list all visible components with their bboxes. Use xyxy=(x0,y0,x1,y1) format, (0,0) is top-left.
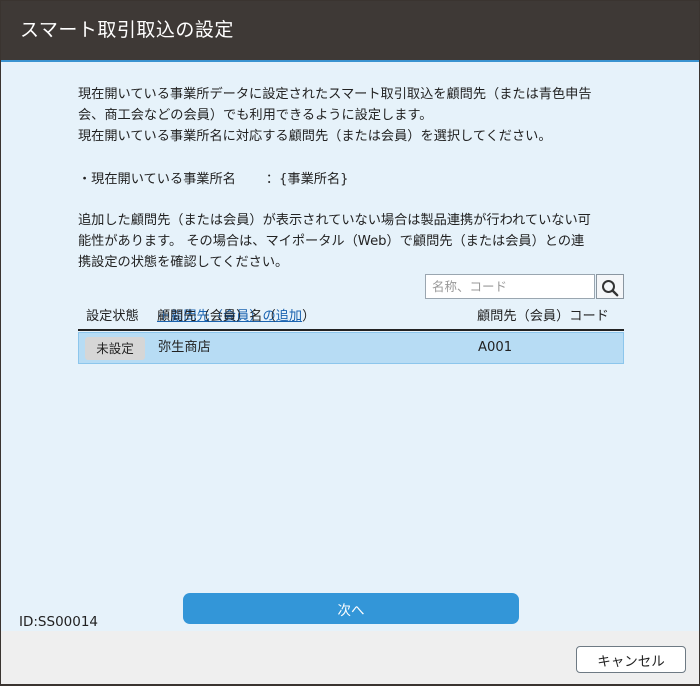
dialog-footer: キャンセル xyxy=(1,631,699,684)
search-button[interactable] xyxy=(596,274,624,299)
intro-text: 現在開いている事業所データに設定されたスマート取引取込を顧問先（または青色申告 … xyxy=(78,84,638,147)
search-icon xyxy=(602,280,619,297)
office-name-row: ・現在開いている事業所名 ：{事業所名} xyxy=(78,169,638,190)
dialog-content: 現在開いている事業所データに設定されたスマート取引取込を顧問先（または青色申告 … xyxy=(1,62,699,631)
status-badge: 未設定 xyxy=(85,337,145,360)
search-input[interactable] xyxy=(425,274,595,299)
notice-line-1: 追加した顧問先（または会員）が表示されていない場合は製品連携が行われていない可 xyxy=(78,213,591,228)
dialog-title: スマート取引取込の設定 xyxy=(20,19,234,41)
table-header: 設定状態 顧問先（会員）名（ ＋顧問先（会員）の追加） 顧問先（会員）コード xyxy=(78,306,624,331)
client-code-cell: A001 xyxy=(478,340,513,355)
screen-id: ID:SS00014 xyxy=(19,614,99,630)
intro-line-2: 会、商工会などの会員）でも利用できるように設定します。 xyxy=(78,108,433,123)
header-client-name: 顧問先（会員）名（ ＋顧問先（会員）の追加） xyxy=(157,306,315,328)
next-button[interactable]: 次へ xyxy=(183,593,519,624)
header-client-code: 顧問先（会員）コード xyxy=(477,309,609,324)
intro-line-1: 現在開いている事業所データに設定されたスマート取引取込を顧問先（または青色申告 xyxy=(78,87,592,102)
notice-text: 追加した顧問先（または会員）が表示されていない場合は製品連携が行われていない可 … xyxy=(78,210,638,273)
office-name-value: ：{事業所名} xyxy=(265,172,349,187)
header-client-name-label: 顧問先（会員）名（ xyxy=(157,309,276,324)
cancel-button[interactable]: キャンセル xyxy=(576,646,686,673)
intro-line-3: 現在開いている事業所名に対応する顧問先（または会員）を選択してください。 xyxy=(78,129,552,144)
office-name-label: ・現在開いている事業所名 xyxy=(78,172,236,187)
smart-import-settings-dialog: スマート取引取込の設定 現在開いている事業所データに設定されたスマート取引取込を… xyxy=(1,1,699,684)
notice-line-2: 能性があります。 その場合は、マイポータル（Web）で顧問先（または会員）との連 xyxy=(78,234,585,249)
header-status: 設定状態 xyxy=(86,309,139,324)
table-row[interactable]: 未設定 弥生商店 A001 xyxy=(78,332,624,364)
header-client-name-close: ） xyxy=(302,309,316,324)
title-bar: スマート取引取込の設定 xyxy=(1,1,699,62)
client-name-cell: 弥生商店 xyxy=(158,340,211,355)
notice-line-3: 携設定の状態を確認してください。 xyxy=(78,255,289,270)
